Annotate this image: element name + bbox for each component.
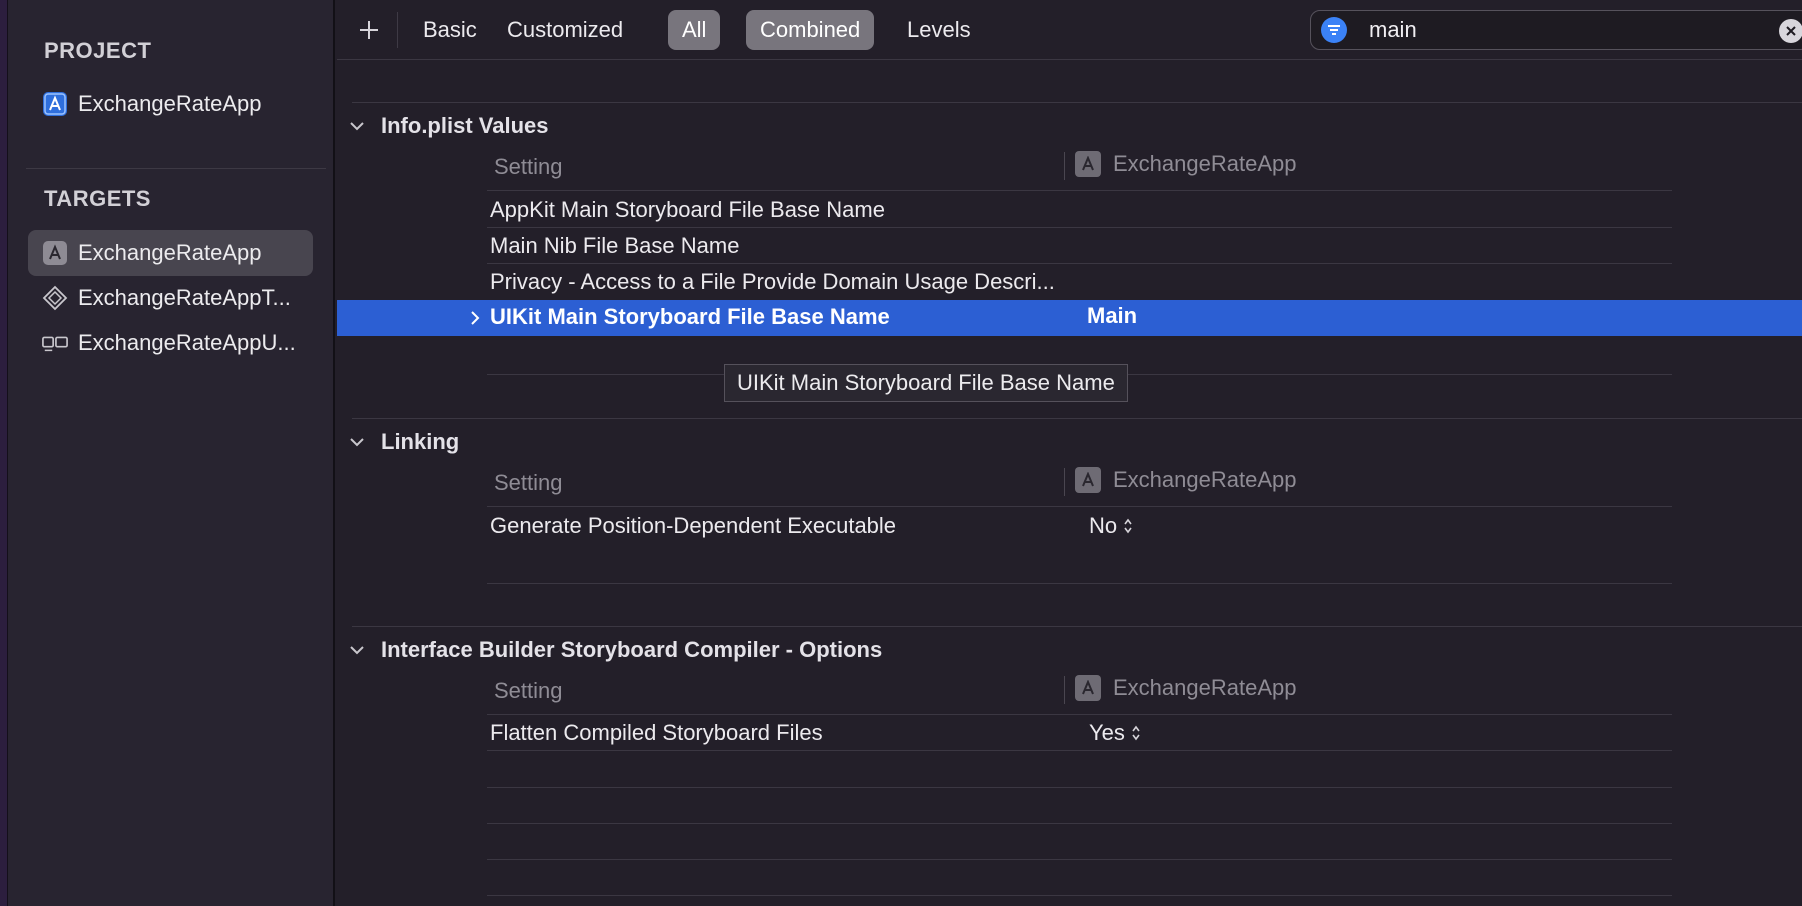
column-header-target-label: ExchangeRateApp	[1113, 151, 1297, 176]
up-down-chevron-icon	[1132, 725, 1140, 741]
app-target-icon	[1075, 467, 1101, 493]
build-settings-toolbar: Basic Customized All Combined Levels	[337, 0, 1802, 60]
sidebar-item-label: ExchangeRateAppU...	[78, 330, 296, 355]
clear-icon[interactable]	[1779, 19, 1802, 43]
setting-row[interactable]: Flatten Compiled Storyboard Files	[490, 720, 823, 746]
setting-row[interactable]: Privacy - Access to a File Provide Domai…	[490, 269, 1055, 295]
setting-row[interactable]: Generate Position-Dependent Executable	[490, 513, 896, 539]
view-combined-button[interactable]: Combined	[746, 10, 875, 50]
project-icon	[42, 91, 68, 117]
section-title: Info.plist Values	[381, 113, 549, 138]
app-target-icon	[1075, 151, 1101, 177]
column-header-setting: Setting	[494, 154, 563, 179]
filter-customized-button[interactable]: Customized	[493, 10, 637, 50]
row-divider	[487, 190, 1672, 191]
setting-row-selected[interactable]: UIKit Main Storyboard File Base Name Mai…	[337, 300, 1802, 336]
toolbar-separator	[397, 12, 398, 48]
sidebar: PROJECT ExchangeRateApp TARGETS Exchange…	[8, 0, 335, 906]
row-divider	[487, 859, 1672, 860]
project-section-title: PROJECT	[44, 38, 152, 63]
sidebar-item-label: ExchangeRateAppT...	[78, 285, 291, 310]
value-popup-button[interactable]: Yes	[1089, 720, 1141, 746]
column-header-target-label: ExchangeRateApp	[1113, 467, 1297, 492]
section-title: Linking	[381, 429, 460, 454]
row-divider	[487, 823, 1672, 824]
tooltip: UIKit Main Storyboard File Base Name	[724, 364, 1128, 402]
filter-icon[interactable]	[1321, 17, 1347, 43]
section-divider	[352, 418, 1802, 419]
column-header-target: ExchangeRateApp	[1075, 675, 1296, 701]
row-divider	[487, 787, 1672, 788]
sidebar-item-target-uitests[interactable]: ExchangeRateAppU...	[28, 320, 313, 366]
build-settings-editor: Basic Customized All Combined Levels Inf…	[337, 0, 1802, 906]
filter-basic-button[interactable]: Basic	[409, 10, 491, 50]
column-header-target: ExchangeRateApp	[1075, 467, 1296, 493]
sidebar-item-target-app[interactable]: ExchangeRateApp	[28, 230, 313, 276]
setting-value[interactable]: Main	[1087, 303, 1137, 329]
up-down-chevron-icon	[1124, 518, 1132, 534]
sidebar-item-target-tests[interactable]: ExchangeRateAppT...	[28, 275, 313, 321]
chevron-down-icon	[345, 430, 369, 454]
app-target-icon	[42, 240, 68, 266]
setting-value: No	[1089, 513, 1118, 538]
section-divider	[352, 102, 1802, 103]
sidebar-divider	[26, 168, 326, 169]
value-popup-button[interactable]: No	[1089, 513, 1133, 539]
row-divider	[487, 750, 1672, 751]
chevron-down-icon	[345, 638, 369, 662]
unit-test-target-icon	[42, 285, 68, 311]
row-divider	[487, 506, 1672, 507]
chevron-right-icon[interactable]	[465, 306, 485, 330]
targets-section-title: TARGETS	[44, 186, 151, 211]
app-target-icon	[1075, 675, 1101, 701]
section-header-linking[interactable]: Linking	[345, 429, 459, 455]
column-separator	[1064, 152, 1065, 180]
setting-row[interactable]: AppKit Main Storyboard File Base Name	[490, 197, 885, 223]
search-field[interactable]	[1310, 10, 1802, 50]
sidebar-item-label: ExchangeRateApp	[78, 240, 262, 265]
plus-icon	[360, 21, 378, 39]
chevron-down-icon	[345, 114, 369, 138]
section-header-info-plist[interactable]: Info.plist Values	[345, 113, 548, 139]
column-header-setting: Setting	[494, 678, 563, 703]
column-header-setting: Setting	[494, 470, 563, 495]
column-separator	[1064, 676, 1065, 704]
column-header-target: ExchangeRateApp	[1075, 151, 1296, 177]
row-divider	[487, 227, 1672, 228]
filter-all-button[interactable]: All	[668, 10, 721, 50]
section-divider	[352, 626, 1802, 627]
setting-row[interactable]: Main Nib File Base Name	[490, 233, 739, 259]
setting-row-label: UIKit Main Storyboard File Base Name	[490, 304, 890, 329]
view-levels-button[interactable]: Levels	[893, 10, 985, 50]
add-setting-button[interactable]	[347, 8, 391, 52]
row-divider	[487, 895, 1672, 896]
row-divider	[487, 583, 1672, 584]
sidebar-item-project[interactable]: ExchangeRateApp	[28, 81, 313, 127]
section-header-ib-storyboard-compiler[interactable]: Interface Builder Storyboard Compiler - …	[345, 637, 882, 663]
ui-test-target-icon	[42, 330, 68, 356]
setting-value: Yes	[1089, 720, 1125, 745]
row-divider	[487, 263, 1672, 264]
window-edge	[0, 0, 8, 906]
column-header-target-label: ExchangeRateApp	[1113, 675, 1297, 700]
search-input[interactable]	[1369, 17, 1749, 43]
sidebar-item-label: ExchangeRateApp	[78, 91, 262, 116]
section-title: Interface Builder Storyboard Compiler - …	[381, 637, 883, 662]
column-separator	[1064, 468, 1065, 496]
row-divider	[487, 714, 1672, 715]
